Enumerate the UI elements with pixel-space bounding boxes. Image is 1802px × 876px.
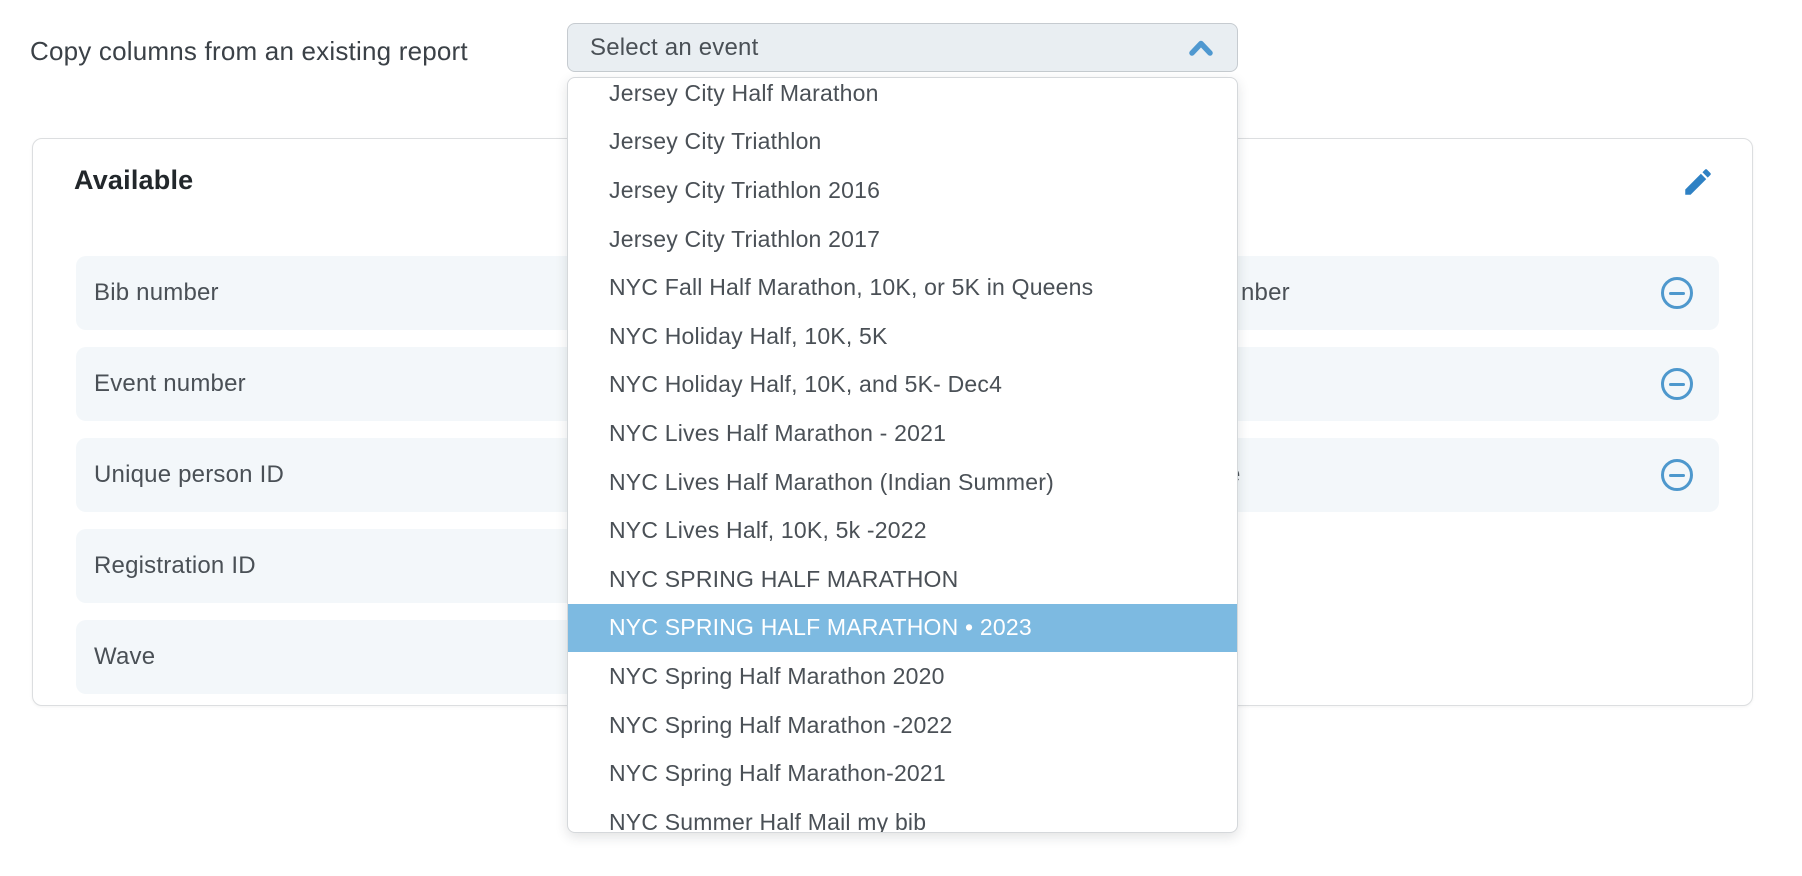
available-row-label: Event number — [94, 347, 246, 421]
dropdown-option[interactable]: NYC Summer Half Mail my bib — [568, 798, 1237, 833]
dropdown-option[interactable]: NYC Fall Half Marathon, 10K, or 5K in Qu… — [568, 263, 1237, 312]
minus-circle-icon[interactable] — [1661, 459, 1693, 491]
dropdown-option[interactable]: NYC Lives Half Marathon (Indian Summer) — [568, 458, 1237, 507]
dropdown-option[interactable]: NYC Spring Half Marathon 2020 — [568, 652, 1237, 701]
available-row-label: Wave — [94, 620, 155, 694]
selected-row-label: nber — [1241, 256, 1290, 330]
dropdown-option[interactable]: Jersey City Half Marathon — [568, 77, 1237, 118]
pencil-icon — [1681, 165, 1715, 199]
panel-title: Available — [74, 165, 193, 196]
available-row-label: Bib number — [94, 256, 219, 330]
available-row-label: Registration ID — [94, 529, 256, 603]
event-dropdown-list: Jersey City Half Marathon Jersey City Tr… — [567, 77, 1238, 833]
chevron-up-icon[interactable] — [1189, 39, 1213, 57]
available-row-label: Unique person ID — [94, 438, 284, 512]
event-select[interactable]: Select an event — [567, 23, 1238, 72]
event-select-placeholder: Select an event — [590, 34, 758, 62]
dropdown-option[interactable]: NYC Holiday Half, 10K, and 5K- Dec4 — [568, 361, 1237, 410]
copy-columns-label: Copy columns from an existing report — [30, 30, 468, 72]
dropdown-option[interactable]: NYC Spring Half Marathon-2021 — [568, 749, 1237, 798]
dropdown-option[interactable]: Jersey City Triathlon 2016 — [568, 166, 1237, 215]
dropdown-option-highlighted[interactable]: NYC SPRING HALF MARATHON • 2023 — [568, 604, 1237, 653]
dropdown-option[interactable]: Jersey City Triathlon — [568, 118, 1237, 167]
minus-circle-icon[interactable] — [1661, 368, 1693, 400]
event-dropdown-items: Jersey City Half Marathon Jersey City Tr… — [568, 77, 1237, 833]
edit-columns-button[interactable] — [1681, 165, 1715, 199]
dropdown-option[interactable]: NYC Spring Half Marathon -2022 — [568, 701, 1237, 750]
dropdown-option[interactable]: NYC Lives Half, 10K, 5k -2022 — [568, 506, 1237, 555]
dropdown-option[interactable]: NYC Holiday Half, 10K, 5K — [568, 312, 1237, 361]
page: Copy columns from an existing report Sel… — [0, 0, 1802, 876]
dropdown-option[interactable]: Jersey City Triathlon 2017 — [568, 215, 1237, 264]
dropdown-option[interactable]: NYC SPRING HALF MARATHON — [568, 555, 1237, 604]
minus-circle-icon[interactable] — [1661, 277, 1693, 309]
dropdown-option[interactable]: NYC Lives Half Marathon - 2021 — [568, 409, 1237, 458]
